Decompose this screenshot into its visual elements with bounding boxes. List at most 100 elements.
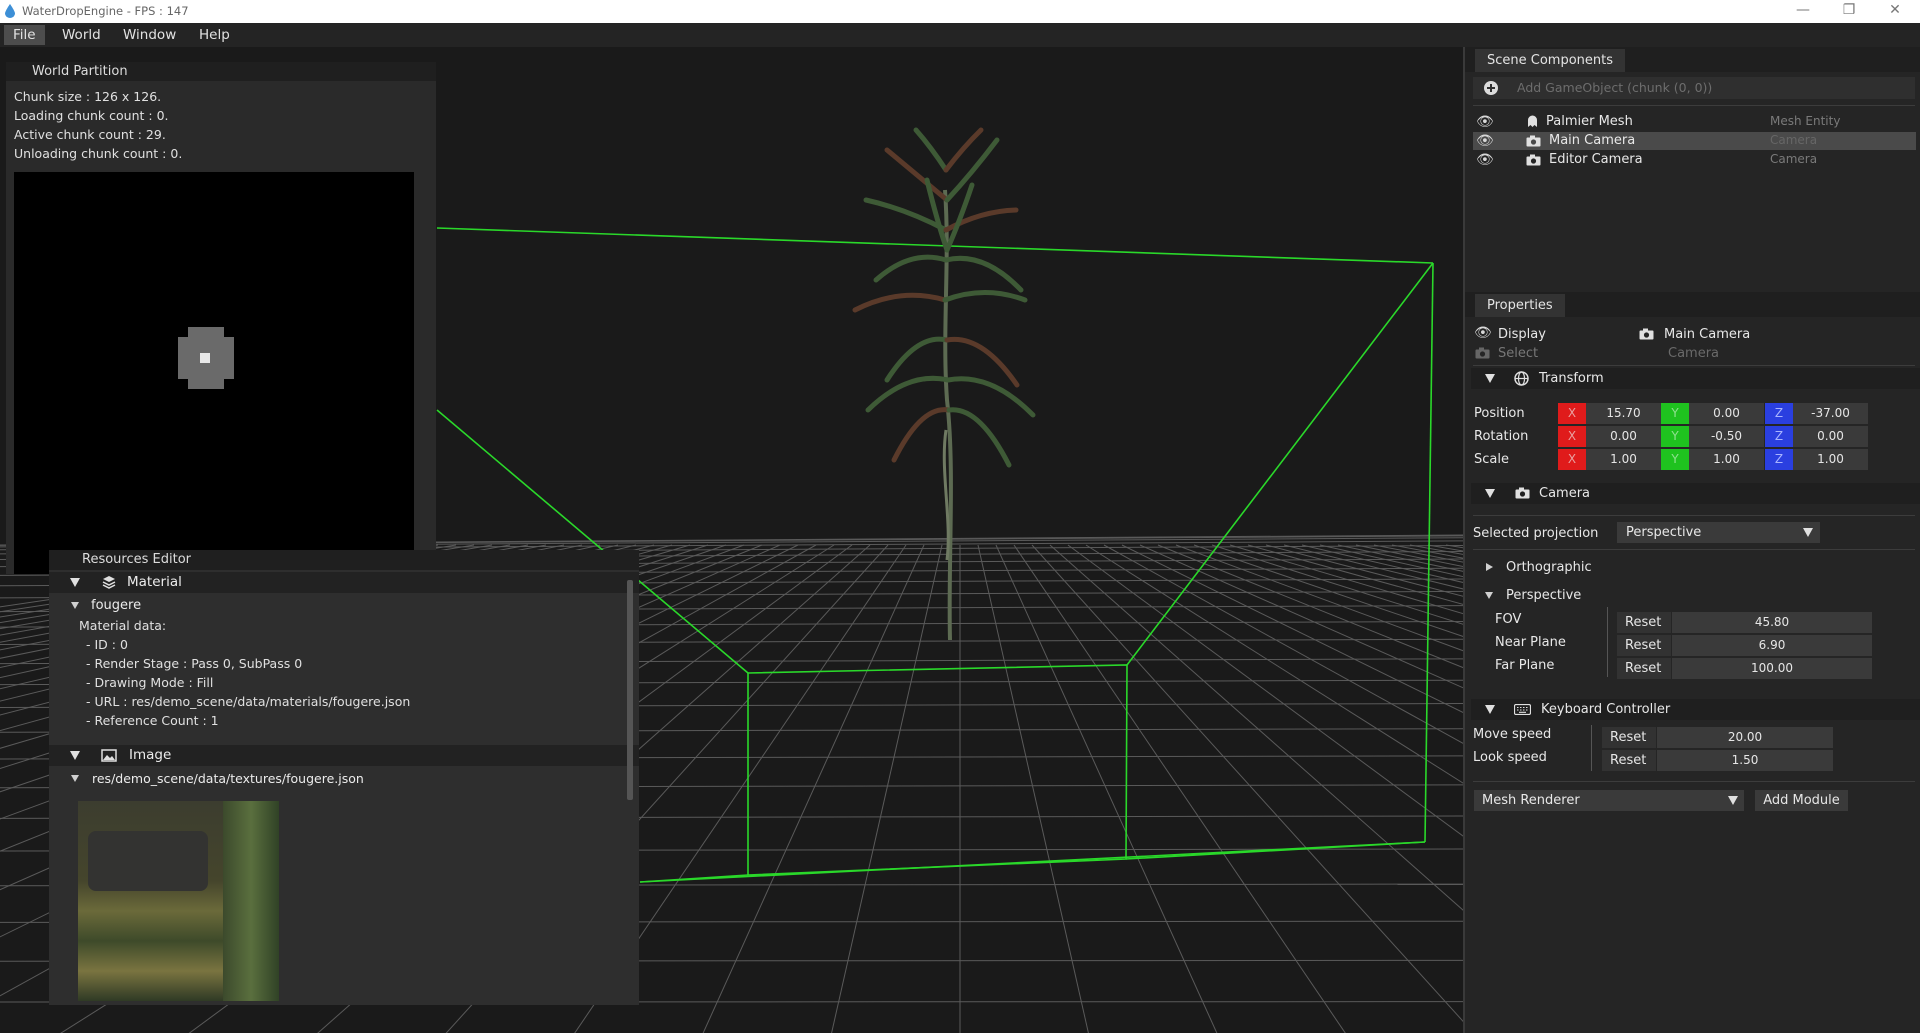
world-partition-title: World Partition bbox=[6, 62, 436, 81]
position-z-axis-label: Z bbox=[1765, 403, 1793, 424]
camera-icon bbox=[1526, 154, 1541, 166]
position-x-field[interactable]: 15.70 bbox=[1586, 403, 1661, 424]
eye-icon[interactable]: 👁 bbox=[1476, 133, 1494, 149]
menu-help[interactable]: Help bbox=[190, 25, 239, 45]
select-camera-icon[interactable] bbox=[1475, 347, 1490, 359]
expand-triangle-icon[interactable] bbox=[1486, 563, 1493, 571]
add-module-button[interactable]: Add Module bbox=[1755, 790, 1848, 811]
list-item-main-camera[interactable]: 👁 Main Camera Camera bbox=[1473, 132, 1916, 150]
tab-properties[interactable]: Properties bbox=[1475, 294, 1565, 317]
perspective-toggle[interactable]: Perspective bbox=[1506, 588, 1581, 603]
close-button[interactable]: ✕ bbox=[1872, 0, 1918, 23]
collapse-triangle-icon[interactable] bbox=[70, 751, 80, 760]
near-plane-reset-button[interactable]: Reset bbox=[1617, 635, 1671, 656]
collapse-triangle-icon[interactable] bbox=[1485, 489, 1495, 498]
near-plane-field[interactable]: 6.90 bbox=[1672, 635, 1872, 656]
resources-scrollbar[interactable] bbox=[627, 580, 633, 800]
plant-leaf bbox=[884, 336, 950, 383]
projection-value: Perspective bbox=[1626, 525, 1702, 540]
position-z-field[interactable]: -37.00 bbox=[1793, 403, 1868, 424]
image-section-label: Image bbox=[129, 747, 172, 763]
image-section-header[interactable]: Image bbox=[49, 745, 639, 766]
expand-triangle-icon[interactable] bbox=[71, 602, 79, 609]
water-drop-icon bbox=[5, 4, 15, 18]
menu-file[interactable]: File bbox=[4, 25, 45, 45]
far-plane-reset-button[interactable]: Reset bbox=[1617, 658, 1671, 679]
window-title: WaterDropEngine - FPS : 147 bbox=[22, 4, 189, 18]
material-drawing-mode: - Drawing Mode : Fill bbox=[86, 675, 214, 690]
transform-header[interactable]: Transform bbox=[1471, 368, 1920, 389]
list-item-editor-camera[interactable]: 👁 Editor Camera Camera bbox=[1473, 151, 1916, 169]
tab-scene-components[interactable]: Scene Components bbox=[1475, 49, 1626, 72]
material-section-header[interactable]: Material bbox=[49, 572, 639, 593]
plant-leaf bbox=[943, 255, 1024, 293]
chunk-map bbox=[14, 172, 414, 574]
scale-z-field[interactable]: 1.00 bbox=[1793, 449, 1868, 470]
grid-line bbox=[1409, 544, 1463, 555]
add-gameobject-row[interactable]: Add GameObject (chunk (0, 0)) bbox=[1473, 77, 1915, 99]
collapse-triangle-icon[interactable] bbox=[1485, 374, 1495, 383]
position-x-axis-label: X bbox=[1558, 403, 1586, 424]
expand-triangle-icon[interactable] bbox=[71, 775, 79, 782]
rotation-x-field[interactable]: 0.00 bbox=[1586, 426, 1661, 447]
rotation-y-field[interactable]: -0.50 bbox=[1689, 426, 1764, 447]
fov-reset-button[interactable]: Reset bbox=[1617, 612, 1671, 633]
material-render-stage: - Render Stage : Pass 0, SubPass 0 bbox=[86, 656, 303, 671]
scale-label: Scale bbox=[1474, 452, 1509, 467]
collapse-triangle-icon[interactable] bbox=[1485, 705, 1495, 714]
look-speed-reset-button[interactable]: Reset bbox=[1602, 750, 1656, 771]
module-select[interactable]: Mesh Renderer bbox=[1474, 790, 1744, 811]
module-select-value: Mesh Renderer bbox=[1482, 793, 1580, 808]
eye-icon[interactable]: 👁 bbox=[1476, 114, 1494, 130]
menu-window[interactable]: Window bbox=[114, 25, 185, 45]
look-speed-field[interactable]: 1.50 bbox=[1657, 750, 1833, 771]
display-toggle-label[interactable]: Display bbox=[1498, 327, 1546, 342]
eye-icon[interactable]: 👁 bbox=[1474, 325, 1492, 341]
select-toggle-label[interactable]: Select bbox=[1498, 346, 1538, 361]
image-item[interactable]: res/demo_scene/data/textures/fougere.jso… bbox=[49, 769, 639, 789]
collapse-triangle-icon[interactable] bbox=[1485, 592, 1493, 599]
material-name: fougere bbox=[91, 598, 142, 613]
move-speed-reset-button[interactable]: Reset bbox=[1602, 727, 1656, 748]
chunk-grid-graphic bbox=[178, 327, 234, 389]
item-type: Camera bbox=[1770, 152, 1818, 166]
minimize-button[interactable]: — bbox=[1780, 0, 1826, 23]
material-section-label: Material bbox=[127, 574, 182, 590]
menu-bar: File World Window Help bbox=[0, 23, 1920, 47]
scene-components-tabstrip: Scene Components bbox=[1465, 47, 1920, 72]
fov-field[interactable]: 45.80 bbox=[1672, 612, 1872, 633]
eye-icon[interactable]: 👁 bbox=[1476, 152, 1494, 168]
keyboard-controller-header[interactable]: Keyboard Controller bbox=[1471, 699, 1920, 720]
menu-world[interactable]: World bbox=[53, 25, 110, 45]
add-icon[interactable] bbox=[1483, 80, 1499, 96]
collapse-triangle-icon[interactable] bbox=[70, 578, 80, 587]
scale-y-field[interactable]: 1.00 bbox=[1689, 449, 1764, 470]
material-id: - ID : 0 bbox=[86, 637, 128, 652]
item-name: Palmier Mesh bbox=[1546, 114, 1633, 129]
plant-leaf bbox=[891, 407, 952, 463]
scale-x-field[interactable]: 1.00 bbox=[1586, 449, 1661, 470]
projection-select[interactable]: Perspective bbox=[1617, 522, 1820, 543]
layers-icon bbox=[102, 576, 116, 589]
grid-line bbox=[1157, 544, 1463, 669]
grid-line bbox=[1193, 544, 1463, 637]
plant-leaf bbox=[946, 407, 1012, 468]
rotation-z-field[interactable]: 0.00 bbox=[1793, 426, 1868, 447]
projection-label: Selected projection bbox=[1473, 526, 1599, 541]
camera-icon bbox=[1515, 487, 1530, 499]
grid-line bbox=[1049, 544, 1463, 911]
list-item-palmier-mesh[interactable]: 👁 Palmier Mesh Mesh Entity bbox=[1473, 113, 1916, 131]
material-item[interactable]: fougere bbox=[49, 596, 639, 616]
texture-preview bbox=[78, 801, 279, 1001]
material-data-label: Material data: bbox=[79, 618, 167, 633]
maximize-button[interactable]: ❐ bbox=[1826, 0, 1872, 23]
image-icon bbox=[101, 749, 117, 762]
far-plane-field[interactable]: 100.00 bbox=[1672, 658, 1872, 679]
position-y-field[interactable]: 0.00 bbox=[1689, 403, 1764, 424]
chevron-down-icon bbox=[1728, 796, 1738, 805]
move-speed-field[interactable]: 20.00 bbox=[1657, 727, 1833, 748]
orthographic-toggle[interactable]: Orthographic bbox=[1506, 560, 1592, 575]
fov-label: FOV bbox=[1495, 612, 1522, 627]
camera-header[interactable]: Camera bbox=[1471, 483, 1920, 504]
unloading-chunk-text: Unloading chunk count : 0. bbox=[14, 146, 183, 161]
